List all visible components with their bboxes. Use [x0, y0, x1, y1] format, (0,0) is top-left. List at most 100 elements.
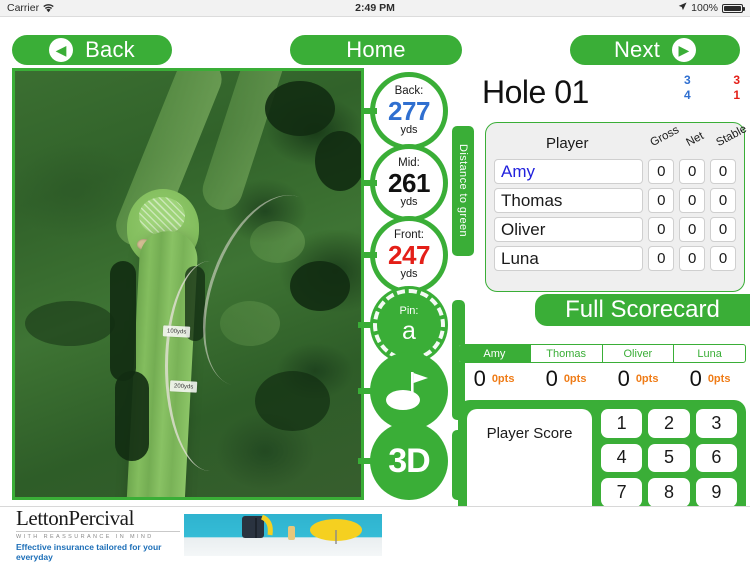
pin-value: a — [402, 317, 416, 345]
three-d-button[interactable]: 3D — [358, 422, 448, 500]
stable-cell[interactable]: 0 — [710, 246, 737, 271]
battery-percent-label: 100% — [691, 2, 718, 14]
net-cell[interactable]: 0 — [679, 159, 706, 184]
player-points-cell: 0 0pts — [674, 365, 746, 393]
tree-row-left — [115, 371, 149, 461]
key-8[interactable]: 8 — [648, 478, 690, 507]
player-points-value: 0pts — [635, 373, 659, 385]
player-score-value: 0 — [545, 366, 558, 391]
distance-front-unit: yds — [400, 268, 418, 281]
scorecard-panel: Player Gross Net Stable Amy 0 0 0 Thomas… — [485, 122, 749, 292]
home-button[interactable]: Home — [290, 35, 462, 65]
distance-front-value: 247 — [388, 240, 430, 271]
stroke-index-value: 3 — [733, 73, 740, 87]
keypad-row: 1 2 3 — [601, 409, 737, 438]
key-9[interactable]: 9 — [695, 478, 737, 507]
table-row: Oliver 0 0 0 — [494, 217, 737, 242]
player-tabs: Amy Thomas Oliver Luna — [458, 344, 746, 363]
tab-player-thomas[interactable]: Thomas — [531, 345, 603, 362]
connector-stub — [363, 108, 377, 114]
hole-map[interactable]: 100yds 200yds — [12, 68, 364, 500]
player-name-field[interactable]: Luna — [494, 246, 644, 271]
next-button-label: Next — [613, 37, 661, 62]
stable-cell[interactable]: 0 — [710, 159, 737, 184]
stable-cell[interactable]: 0 — [710, 188, 737, 213]
footer-ad-bar: LettonPercival WITH REASSURANCE IN MIND … — [0, 506, 750, 562]
column-header-stable: Stable — [714, 123, 749, 149]
player-score-value: 0 — [473, 366, 486, 391]
player-score-value: 0 — [689, 366, 702, 391]
player-name-field[interactable]: Oliver — [494, 217, 644, 242]
player-points-cell: 0 0pts — [602, 365, 674, 393]
hole-par-stats: 3 3 4 1 — [684, 73, 740, 103]
key-2[interactable]: 2 — [648, 409, 690, 438]
player-points-value: 0pts — [707, 373, 731, 385]
connector-stub — [358, 322, 372, 328]
stable-cell[interactable]: 0 — [710, 217, 737, 242]
distance-to-green-group: Back: 277 yds Mid: 261 yds Front: 247 yd… — [363, 72, 454, 294]
green-surface — [139, 197, 185, 235]
chevron-right-icon: ▶ — [672, 38, 697, 62]
advertisement-image: www.lettonpercival.co.uk — [184, 514, 382, 556]
net-cell[interactable]: 0 — [679, 217, 706, 242]
net-cell[interactable]: 0 — [679, 246, 706, 271]
player-score-value: 0 — [617, 366, 630, 391]
back-button-label: Back — [85, 37, 135, 62]
key-6[interactable]: 6 — [695, 443, 737, 472]
tab-player-luna[interactable]: Luna — [674, 345, 745, 362]
gross-cell[interactable]: 0 — [648, 188, 675, 213]
connector-stub — [363, 180, 377, 186]
next-button[interactable]: Next ▶ — [570, 35, 740, 65]
keypad-row: 7 8 9 — [601, 478, 737, 507]
pin-label: Pin: — [399, 305, 419, 317]
distance-back-value: 277 — [388, 96, 430, 127]
distance-marker: 100yds — [162, 325, 191, 338]
connector-stub — [363, 252, 377, 258]
player-name-field[interactable]: Thomas — [494, 188, 644, 213]
gross-cell[interactable]: 0 — [648, 246, 675, 271]
stroke-index-value-alt: 1 — [733, 88, 740, 102]
status-bar-right: 100% — [678, 2, 745, 14]
golf-app-screen: Carrier 2:49 PM 100% ◀ Back Home Next ▶ — [0, 0, 750, 562]
net-cell[interactable]: 0 — [679, 188, 706, 213]
gross-cell[interactable]: 0 — [648, 217, 675, 242]
home-button-label: Home — [346, 37, 406, 62]
par-stats-row: 3 3 — [684, 73, 740, 88]
distance-back-bubble[interactable]: Back: 277 yds — [363, 72, 448, 150]
back-button[interactable]: ◀ Back — [12, 35, 172, 65]
tree-row-left — [110, 261, 136, 381]
gross-cell[interactable]: 0 — [648, 159, 675, 184]
distance-front-bubble[interactable]: Front: 247 yds — [363, 216, 448, 294]
player-points-value: 0pts — [563, 373, 587, 385]
status-bar: Carrier 2:49 PM 100% — [0, 0, 750, 17]
table-row: Luna 0 0 0 — [494, 246, 737, 271]
par-stats-row: 4 1 — [684, 88, 740, 103]
distance-marker: 200yds — [169, 380, 198, 393]
scorecard-header: Player Gross Net Stable — [494, 123, 749, 159]
chevron-left-icon: ◀ — [49, 38, 74, 62]
player-points-row: 0 0pts 0 0pts 0 0pts 0 0pts — [458, 365, 746, 393]
distance-to-green-rail: Distance to green — [452, 126, 474, 256]
key-1[interactable]: 1 — [601, 409, 643, 438]
status-bar-time: 2:49 PM — [355, 2, 395, 14]
key-5[interactable]: 5 — [648, 443, 690, 472]
distance-mid-value: 261 — [388, 168, 430, 199]
tab-player-oliver[interactable]: Oliver — [603, 345, 675, 362]
distance-to-green-label: Distance to green — [457, 144, 469, 238]
key-7[interactable]: 7 — [601, 478, 643, 507]
advertiser-tagline: WITH REASSURANCE IN MIND — [16, 531, 180, 540]
key-3[interactable]: 3 — [695, 409, 737, 438]
tree-cluster — [265, 81, 335, 136]
player-name-field[interactable]: Amy — [494, 159, 644, 184]
distance-back-unit: yds — [400, 124, 418, 137]
distance-mid-bubble[interactable]: Mid: 261 yds — [363, 144, 448, 222]
column-header-player: Player — [546, 135, 589, 152]
advertisement[interactable]: LettonPercival WITH REASSURANCE IN MIND … — [12, 508, 384, 562]
golf-flag-button[interactable] — [358, 352, 448, 430]
full-scorecard-label: Full Scorecard — [565, 296, 720, 323]
full-scorecard-button[interactable]: Full Scorecard — [535, 294, 750, 326]
key-4[interactable]: 4 — [601, 443, 643, 472]
advertiser-subtitle: Effective insurance tailored for your ev… — [16, 542, 162, 562]
tab-player-amy[interactable]: Amy — [459, 345, 531, 362]
tree-cluster — [315, 131, 361, 191]
